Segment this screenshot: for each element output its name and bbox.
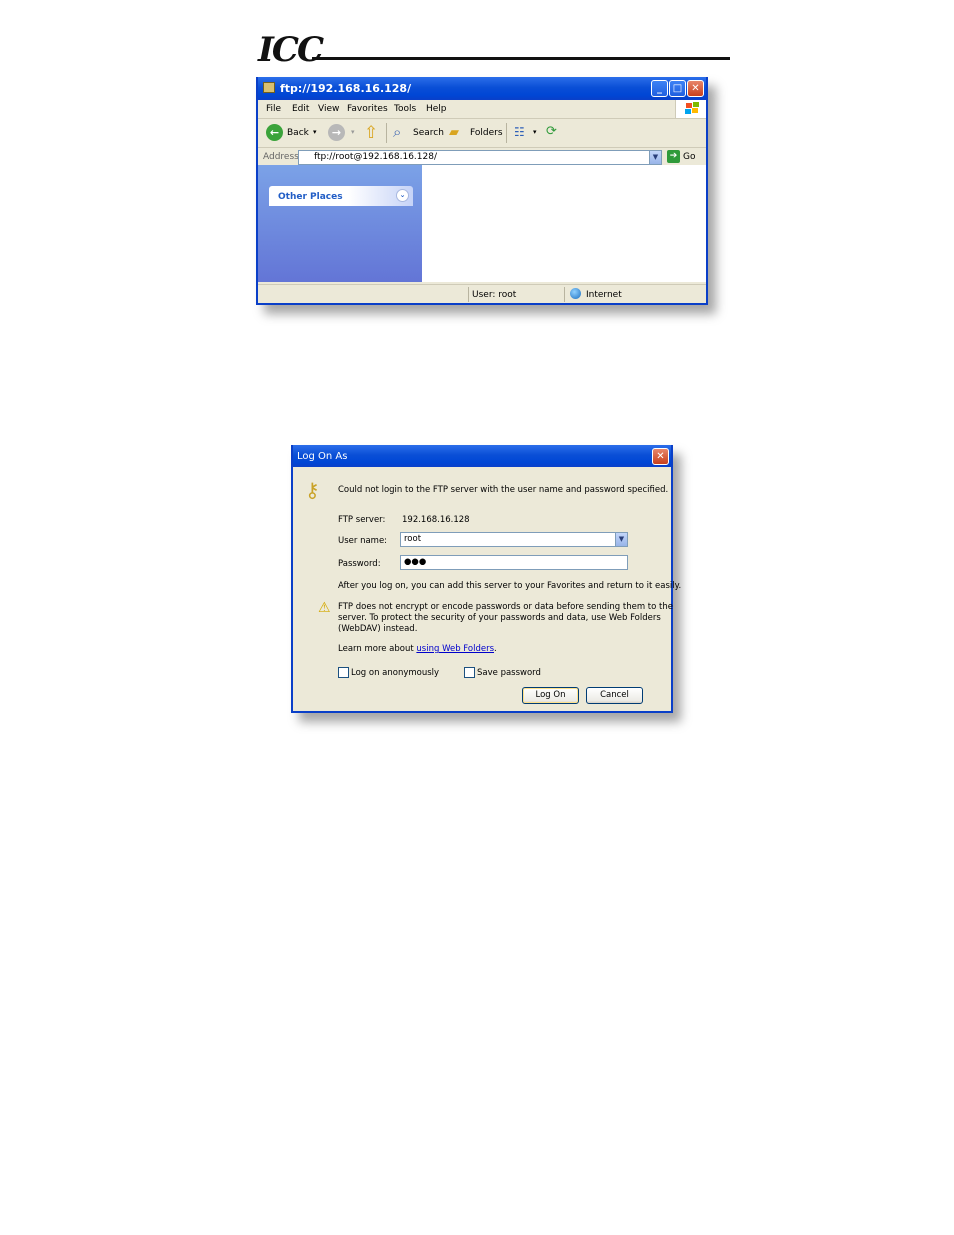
password-label: Password:: [338, 559, 381, 569]
save-password-checkbox[interactable]: [464, 667, 475, 678]
up-folder-icon[interactable]: ⇧: [364, 123, 378, 143]
ftp-server-value: 192.168.16.128: [402, 515, 470, 525]
ftp-server-label: FTP server:: [338, 515, 386, 525]
keys-icon: ⚷: [305, 478, 320, 502]
ftp-explorer-window: ftp://192.168.16.128/ _ □ ✕ File Edit Vi…: [256, 77, 708, 305]
go-button[interactable]: Go: [683, 152, 695, 162]
user-name-label: User name:: [338, 536, 388, 546]
explorer-title: ftp://192.168.16.128/: [280, 82, 412, 95]
folders-icon[interactable]: ▰: [449, 125, 459, 140]
maximize-button[interactable]: □: [669, 80, 686, 97]
warning-line-1: FTP does not encrypt or encode passwords…: [338, 602, 673, 612]
explorer-title-bar[interactable]: ftp://192.168.16.128/ _ □ ✕: [258, 77, 706, 100]
menu-view[interactable]: View: [318, 104, 339, 114]
menu-edit[interactable]: Edit: [292, 104, 309, 114]
menu-bar: File Edit View Favorites Tools Help: [258, 100, 706, 119]
header-rule: [312, 57, 730, 60]
back-button[interactable]: Back: [287, 128, 309, 138]
menu-help[interactable]: Help: [426, 104, 447, 114]
views-icon[interactable]: ☷: [514, 125, 525, 139]
views-dropdown-icon[interactable]: ▾: [533, 128, 537, 136]
address-label: Address: [263, 152, 299, 162]
dialog-close-button[interactable]: ✕: [652, 448, 669, 465]
info-text: After you log on, you can add this serve…: [338, 581, 682, 591]
anonymous-label[interactable]: Log on anonymously: [351, 668, 439, 678]
user-name-dropdown-icon[interactable]: ▼: [615, 532, 628, 547]
learn-more-suffix: .: [494, 644, 497, 654]
user-name-combobox[interactable]: root ▼: [400, 532, 628, 547]
learn-more-text: Learn more about using Web Folders.: [338, 644, 497, 654]
save-password-label[interactable]: Save password: [477, 668, 541, 678]
toolbar: ← Back ▾ → ▾ ⇧ ⌕ Search ▰ Folders ☷ ▾ ⟳: [258, 119, 706, 148]
search-button[interactable]: Search: [413, 128, 444, 138]
forward-dropdown-icon[interactable]: ▾: [351, 128, 355, 136]
web-folders-link[interactable]: using Web Folders: [416, 644, 494, 654]
back-dropdown-icon[interactable]: ▾: [313, 128, 317, 136]
menu-favorites[interactable]: Favorites: [347, 104, 388, 114]
warning-line-3: (WebDAV) instead.: [338, 624, 418, 634]
status-separator: [468, 287, 469, 302]
status-user: User: root: [472, 290, 517, 300]
search-icon[interactable]: ⌕: [393, 123, 401, 141]
password-field[interactable]: ●●●: [400, 555, 628, 570]
password-value: ●●●: [404, 557, 427, 567]
windows-flag-icon: [675, 100, 706, 118]
folders-button[interactable]: Folders: [470, 128, 503, 138]
address-input[interactable]: ftp://root@192.168.16.128/ ▼: [298, 150, 662, 165]
menu-file[interactable]: File: [266, 104, 281, 114]
learn-more-prefix: Learn more about: [338, 644, 417, 654]
address-value: ftp://root@192.168.16.128/: [314, 152, 437, 162]
sync-icon[interactable]: ⟳: [546, 124, 557, 139]
error-message: Could not login to the FTP server with t…: [338, 485, 669, 495]
folder-icon: [263, 82, 275, 93]
back-arrow-icon[interactable]: ←: [266, 124, 283, 141]
toolbar-separator: [386, 123, 387, 143]
other-places-label: Other Places: [278, 192, 343, 202]
warning-line-2: server. To protect the security of your …: [338, 613, 661, 623]
anonymous-checkbox[interactable]: [338, 667, 349, 678]
menu-tools[interactable]: Tools: [394, 104, 416, 114]
close-button[interactable]: ✕: [687, 80, 704, 97]
forward-arrow-icon[interactable]: →: [328, 124, 345, 141]
task-pane: Other Places ⌄: [258, 165, 422, 282]
log-on-as-dialog: Log On As ✕ ⚷ Could not login to the FTP…: [291, 445, 681, 713]
status-separator: [564, 287, 565, 302]
cancel-button[interactable]: Cancel: [586, 687, 643, 704]
go-arrow-icon[interactable]: ➔: [667, 150, 680, 163]
user-name-value: root: [404, 534, 422, 544]
address-dropdown-icon[interactable]: ▼: [649, 150, 662, 165]
icc-logo: ICC: [258, 30, 324, 70]
status-zone: Internet: [586, 290, 622, 300]
chevron-down-icon[interactable]: ⌄: [396, 189, 409, 202]
toolbar-separator: [506, 123, 507, 143]
dialog-title: Log On As: [297, 451, 348, 462]
explorer-content: Other Places ⌄: [258, 165, 706, 282]
other-places-header[interactable]: Other Places ⌄: [269, 186, 413, 206]
dialog-title-bar[interactable]: Log On As ✕: [293, 445, 671, 467]
minimize-button[interactable]: _: [651, 80, 668, 97]
globe-icon: [570, 288, 581, 299]
warning-icon: ⚠: [318, 600, 331, 616]
status-bar: User: root Internet: [258, 284, 706, 304]
log-on-button[interactable]: Log On: [522, 687, 579, 704]
file-list-pane[interactable]: [422, 165, 706, 282]
